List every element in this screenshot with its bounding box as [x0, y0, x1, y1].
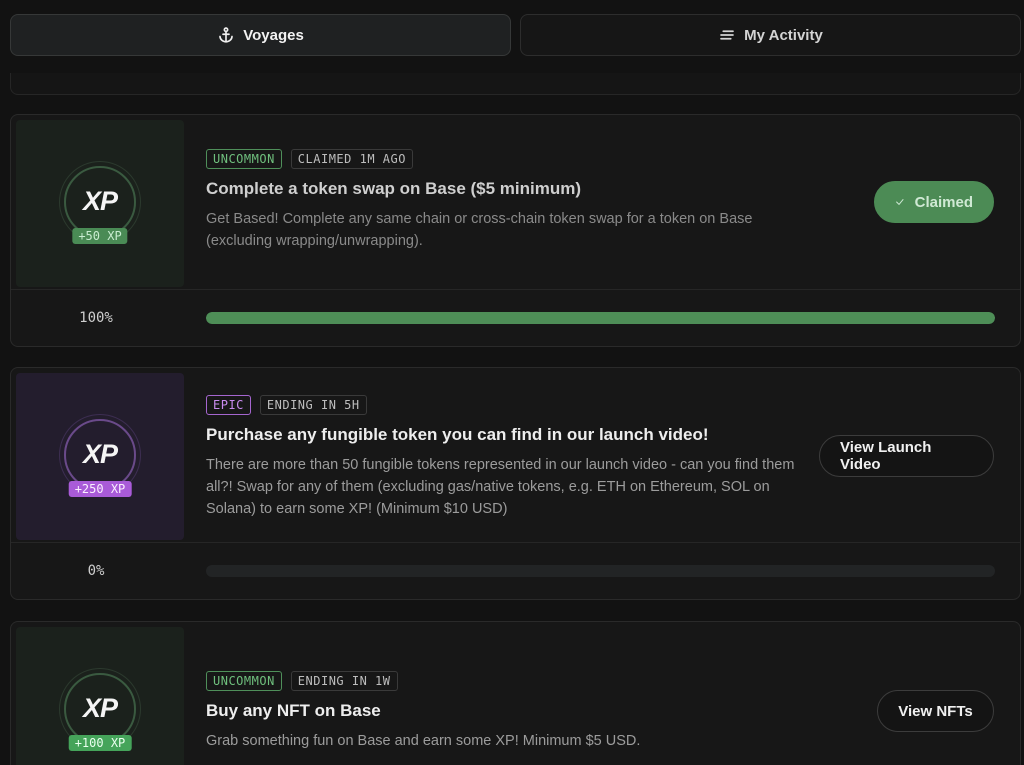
quest-title: Buy any NFT on Base [206, 701, 381, 720]
anchor-icon [219, 27, 234, 43]
quest-card-launch-video: XP +250 XP EPIC ENDING IN 5H Purchase an… [10, 367, 1021, 600]
progress-bar-fill [206, 312, 995, 324]
xp-logo-text: XP [82, 186, 118, 216]
quest-title: Complete a token swap on Base ($5 minimu… [206, 179, 582, 198]
rarity-tag: UNCOMMON [206, 671, 282, 691]
progress-row: 0% [11, 542, 1020, 599]
quest-description: There are more than 50 fungible tokens r… [206, 457, 795, 517]
tab-voyages[interactable]: Voyages [10, 14, 511, 56]
progress-percent: 0% [87, 563, 105, 579]
tab-voyages-label: Voyages [243, 26, 304, 44]
xp-logo-text: XP [82, 693, 118, 723]
quest-thumbnail: XP +50 XP [16, 120, 184, 287]
quest-title: Purchase any fungible token you can find… [206, 425, 709, 444]
quest-description: Get Based! Complete any same chain or cr… [206, 211, 753, 249]
xp-reward-pill: +250 XP [68, 480, 132, 497]
view-nfts-button[interactable]: View NFTs [877, 690, 994, 732]
quest-card-buy-nft: XP +100 XP UNCOMMON ENDING IN 1W Buy any… [10, 621, 1021, 765]
status-tag: ENDING IN 1W [290, 671, 398, 691]
xp-reward-pill: +50 XP [72, 227, 128, 244]
list-icon [720, 30, 734, 40]
quest-description: Grab something fun on Base and earn some… [206, 733, 641, 749]
tab-my-activity[interactable]: My Activity [520, 14, 1021, 56]
claimed-button[interactable]: Claimed [874, 181, 994, 223]
status-tag: CLAIMED 1M AGO [290, 149, 413, 169]
rarity-tag: EPIC [206, 395, 251, 415]
status-tag: ENDING IN 5H [259, 395, 367, 415]
xp-logo-text: XP [82, 439, 118, 469]
progress-bar [206, 565, 995, 577]
quest-card-token-swap: XP +50 XP UNCOMMON CLAIMED 1M AGO Comple… [10, 114, 1021, 347]
claimed-button-label: Claimed [914, 193, 973, 211]
rarity-tag: UNCOMMON [206, 149, 282, 169]
quest-thumbnail: XP +100 XP [16, 627, 184, 765]
progress-bar [206, 312, 995, 324]
tab-my-activity-label: My Activity [744, 26, 823, 44]
view-launch-video-button[interactable]: View Launch Video [819, 435, 994, 477]
quest-thumbnail: XP +250 XP [16, 373, 184, 540]
progress-percent: 100% [79, 310, 113, 326]
tab-bar: Voyages My Activity [10, 14, 1021, 56]
check-icon [896, 199, 904, 205]
progress-row: 100% [11, 289, 1020, 346]
xp-reward-pill: +100 XP [68, 734, 132, 751]
previous-card-edge [10, 73, 1021, 95]
